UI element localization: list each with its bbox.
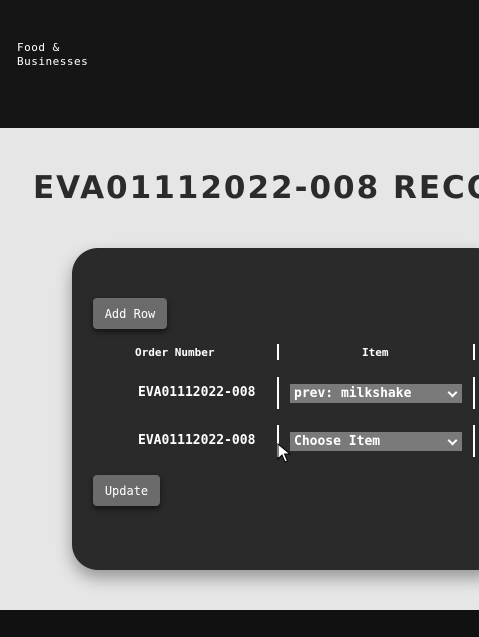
column-divider	[473, 425, 475, 457]
update-button[interactable]: Update	[93, 475, 160, 506]
column-divider	[277, 377, 279, 409]
item-select-value: prev: milkshake	[294, 386, 412, 401]
item-select[interactable]: prev: milkshake	[290, 384, 462, 403]
column-header-order-number: Order Number	[135, 346, 215, 359]
column-header-item: Item	[362, 346, 389, 359]
item-select[interactable]: Choose Item	[290, 432, 462, 451]
order-number-cell: EVA01112022-008	[138, 385, 256, 400]
top-bar: Food & Businesses	[0, 0, 479, 128]
main-content: EVA01112022-008 RECO Add Row Order Numbe…	[0, 128, 479, 610]
order-number-cell: EVA01112022-008	[138, 433, 256, 448]
add-row-button[interactable]: Add Row	[93, 298, 167, 329]
column-divider	[473, 377, 475, 409]
chevron-down-icon	[447, 435, 458, 446]
page-title: EVA01112022-008 RECO	[33, 170, 479, 206]
column-divider	[473, 344, 475, 360]
brand-logo-text[interactable]: Food & Businesses	[17, 41, 88, 69]
chevron-down-icon	[447, 387, 458, 398]
mouse-cursor-icon	[277, 443, 291, 463]
column-divider	[277, 344, 279, 360]
item-select-value: Choose Item	[294, 434, 381, 449]
order-card: Add Row Order Number Item EVA01112022-00…	[72, 248, 479, 570]
bottom-bar	[0, 610, 479, 637]
